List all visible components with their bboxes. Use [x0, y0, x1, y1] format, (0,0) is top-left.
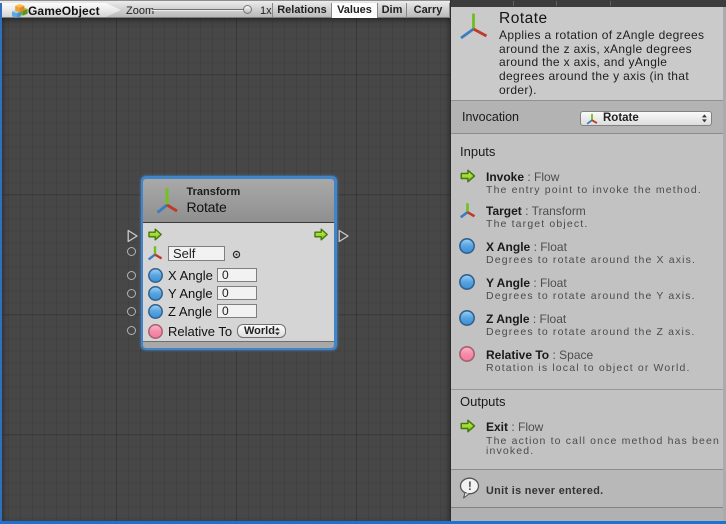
svg-text:!: ! [468, 481, 472, 493]
